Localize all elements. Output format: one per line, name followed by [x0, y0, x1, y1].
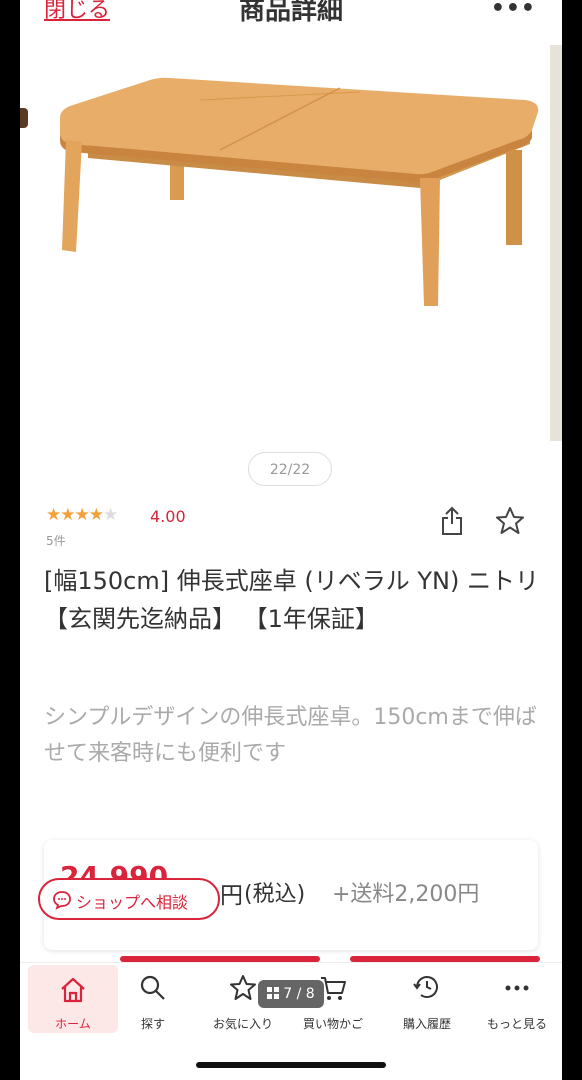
- star-icon: ★: [88, 505, 104, 525]
- tab-history-label: 購入履歴: [402, 1017, 451, 1031]
- star-icon: ★: [60, 505, 75, 525]
- tab-home[interactable]: ホーム: [28, 965, 118, 1033]
- tab-more-label: もっと見る: [486, 1017, 547, 1031]
- prev-image-peek: [20, 108, 28, 128]
- chat-bubble-icon: [53, 891, 71, 910]
- page-title: 商品詳細: [238, 0, 343, 26]
- shop-consult-button[interactable]: ショップへ相談: [38, 878, 220, 920]
- page-indicator-label: 7 / 8: [283, 986, 315, 1002]
- tab-favorites-label: お気に入り: [212, 1017, 273, 1031]
- star-icon: ★: [74, 505, 90, 525]
- app-screen: 閉じる 商品詳細 ••• 22/22 ★★★★★ 4.00 5件 [幅150cm…: [20, 0, 562, 1080]
- more-menu-button[interactable]: •••: [491, 0, 536, 21]
- image-counter: 22/22: [248, 452, 332, 486]
- rating-value: 4.00: [150, 507, 186, 526]
- tab-cart-label: 買い物かご: [302, 1017, 363, 1031]
- tab-search[interactable]: 探す: [108, 963, 198, 1035]
- tab-history[interactable]: 購入履歴: [382, 963, 472, 1035]
- more-icon: [505, 985, 529, 991]
- product-image-gallery[interactable]: [20, 40, 562, 445]
- shop-consult-label: ショップへ相談: [76, 893, 189, 912]
- home-icon: [61, 977, 85, 1003]
- tax-label: (税込): [244, 882, 306, 907]
- tab-home-label: ホーム: [55, 1017, 91, 1031]
- history-icon: [413, 976, 438, 998]
- shipping-fee: +送料2,200円: [332, 882, 480, 907]
- next-image-peek: [550, 45, 562, 441]
- review-count[interactable]: 5件: [46, 532, 66, 549]
- tab-more[interactable]: もっと見る: [472, 963, 562, 1035]
- product-description: シンプルデザインの伸長式座卓。150cmまで伸ばせて来客時にも便利です: [44, 705, 537, 766]
- favorite-star-icon[interactable]: [495, 506, 525, 536]
- search-icon: [140, 975, 165, 1000]
- grid-icon: [267, 987, 280, 999]
- tab-search-label: 探す: [140, 1017, 165, 1031]
- star-icon: [230, 975, 256, 1000]
- product-name: [幅150cm] 伸長式座卓 (リベラル YN) ニトリ 【玄関先迄納品】 【1…: [44, 567, 539, 633]
- page-indicator: 7 / 8: [258, 980, 324, 1008]
- header: 閉じる 商品詳細 •••: [20, 0, 562, 34]
- star-empty-icon: ★: [103, 505, 118, 525]
- rating-stars: ★★★★★: [46, 505, 118, 525]
- price-currency: 円: [220, 883, 243, 909]
- home-indicator[interactable]: [196, 1062, 386, 1068]
- share-icon[interactable]: [440, 506, 464, 536]
- star-icon: ★: [46, 505, 61, 525]
- table-product-image: [60, 77, 539, 306]
